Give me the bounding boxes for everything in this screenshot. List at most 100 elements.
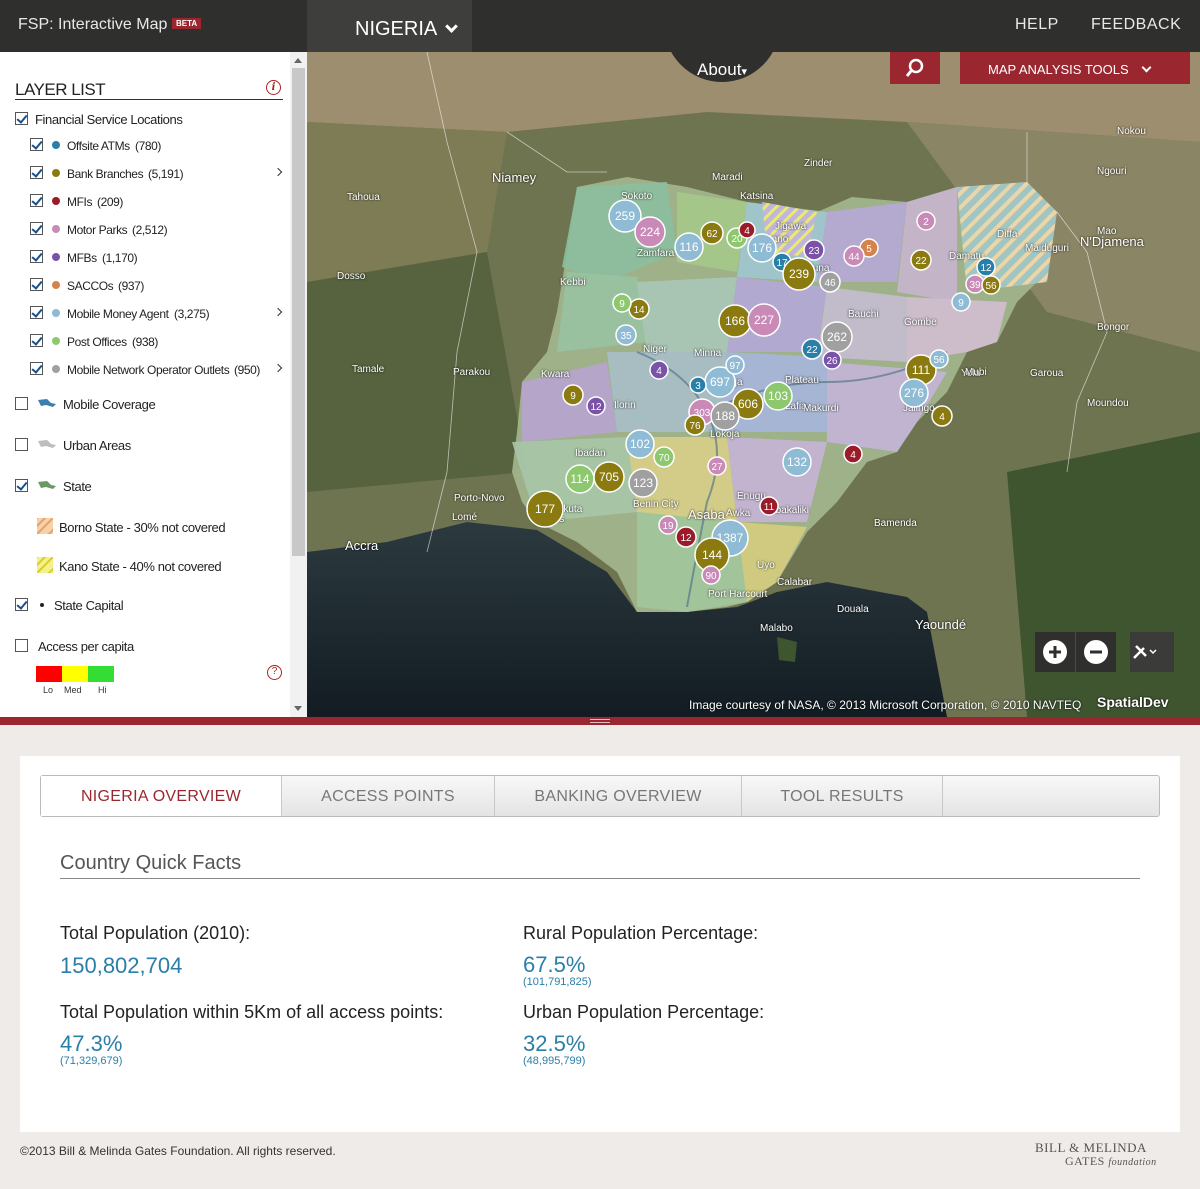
cluster-count: 97 [729,361,741,372]
help-icon[interactable]: ? [267,665,282,680]
tab-tool-results[interactable]: TOOL RESULTS [742,776,943,816]
about-label: About [697,60,742,79]
cluster-marker[interactable]: 62 [700,221,724,245]
cluster-marker[interactable]: 123 [628,468,658,498]
drag-handle-icon[interactable] [590,719,610,723]
cluster-marker[interactable]: 90 [701,565,721,585]
zoom-out-button[interactable] [1076,632,1116,672]
financial-locations-checkbox[interactable] [15,112,28,125]
cluster-marker[interactable]: 14 [628,298,650,320]
panel-resize-divider[interactable] [0,717,1200,725]
cluster-marker[interactable]: 4 [843,444,863,464]
cluster-marker[interactable]: 27 [707,456,727,476]
state-label: State [63,479,92,494]
cluster-layer: 25922411662 204176 23 54417239462221239 5691… [526,199,1001,585]
cluster-marker[interactable]: 114 [565,464,595,494]
feedback-link[interactable]: FEEDBACK [1091,16,1181,34]
cluster-count: 114 [570,472,589,486]
cluster-marker[interactable]: 227 [747,303,781,337]
cluster-marker[interactable]: 4 [738,221,756,239]
hatch-swatch-icon [37,557,53,573]
cluster-marker[interactable]: 12 [675,526,697,548]
layer-checkbox[interactable] [30,194,43,207]
access-legend [36,666,114,682]
zoom-in-button[interactable] [1035,632,1075,672]
cluster-marker[interactable]: 22 [910,249,932,271]
scroll-up-icon[interactable] [294,58,302,63]
cluster-marker[interactable]: 26 [822,350,842,370]
cluster-marker[interactable]: 12 [976,257,996,277]
cluster-marker[interactable]: 39 [965,274,985,294]
cluster-marker[interactable]: 2 [916,211,936,231]
map-canvas[interactable]: Niamey N'Djamena Maiduguri Damatu Bauchi Gomb… [307,52,1200,717]
cluster-marker[interactable]: 22 [801,338,823,360]
map-analysis-tools-button[interactable]: MAP ANALYSIS TOOLS [960,52,1190,84]
cluster-marker[interactable]: 224 [634,216,666,248]
cluster-count: 76 [689,421,701,432]
cluster-marker[interactable]: 188 [710,401,740,431]
cluster-marker[interactable]: 19 [658,515,678,535]
urban-areas-checkbox[interactable] [15,438,28,451]
tab-nigeria-overview[interactable]: NIGERIA OVERVIEW [41,776,282,816]
layer-label: Bank Branches [67,167,144,181]
chevron-right-icon[interactable] [273,167,283,177]
cluster-marker[interactable]: 76 [684,414,706,436]
cluster-marker[interactable]: 97 [725,355,745,375]
state-checkbox[interactable] [15,479,28,492]
info-icon[interactable]: i [266,80,281,95]
cluster-marker[interactable]: 132 [782,447,812,477]
layer-checkbox[interactable] [30,222,43,235]
cluster-count: 262 [827,330,847,344]
map-tools-dropdown[interactable] [1130,632,1174,672]
layer-checkbox[interactable] [30,250,43,263]
cluster-marker[interactable]: 276 [899,378,929,408]
layer-checkbox[interactable] [30,334,43,347]
chevron-right-icon[interactable] [273,307,283,317]
cluster-marker[interactable]: 44 [843,245,865,267]
cluster-marker[interactable]: 56 [981,275,1001,295]
spatialdev-logo[interactable]: SpatialDev [1097,694,1169,710]
scroll-down-icon[interactable] [294,706,302,711]
country-dropdown[interactable]: NIGERIA [307,0,472,52]
sidebar-scrollbar[interactable] [290,52,307,717]
chevron-right-icon[interactable] [273,363,283,373]
layer-checkbox[interactable] [30,138,43,151]
layer-checkbox[interactable] [30,166,43,179]
cluster-count: 227 [754,313,774,327]
state-capital-checkbox[interactable] [15,598,28,611]
cluster-marker[interactable]: 35 [615,324,637,346]
cluster-marker[interactable]: 176 [747,233,777,263]
cluster-marker[interactable]: 102 [625,429,655,459]
cluster-marker[interactable]: 9 [612,293,632,313]
cluster-marker[interactable]: 239 [782,257,816,291]
help-link[interactable]: HELP [1015,16,1059,34]
gates-foundation-logo[interactable]: BILL & MELINDA GATES foundation [1035,1140,1165,1170]
scroll-thumb[interactable] [292,68,305,556]
cluster-marker[interactable]: 9 [562,384,584,406]
cluster-marker[interactable]: 166 [718,304,752,338]
cluster-marker[interactable]: 46 [819,271,841,293]
cluster-marker[interactable]: 3 [689,376,707,394]
cluster-marker[interactable]: 177 [526,490,564,528]
tab-banking-overview[interactable]: BANKING OVERVIEW [495,776,742,816]
layer-checkbox[interactable] [30,362,43,375]
tab-access-points[interactable]: ACCESS POINTS [282,776,495,816]
cluster-marker[interactable]: 103 [763,381,793,411]
chevron-down-icon: ▾ [741,66,747,78]
cluster-marker[interactable]: 23 [803,239,825,261]
layer-checkbox[interactable] [30,306,43,319]
mobile-coverage-checkbox[interactable] [15,397,28,410]
cluster-marker[interactable]: 262 [821,321,853,353]
map-search-button[interactable] [890,52,940,84]
layer-checkbox[interactable] [30,278,43,291]
cluster-marker[interactable]: 9 [951,292,971,312]
cluster-marker[interactable]: 705 [593,461,625,493]
access-per-capita-checkbox[interactable] [15,639,28,652]
cluster-marker[interactable]: 116 [674,232,704,262]
cluster-marker[interactable]: 12 [586,396,606,416]
cluster-marker[interactable]: 11 [759,496,779,516]
cluster-marker[interactable]: 4 [649,360,669,380]
cluster-marker[interactable]: 4 [931,405,953,427]
cluster-marker[interactable]: 56 [929,349,949,369]
cluster-marker[interactable]: 70 [653,446,675,468]
